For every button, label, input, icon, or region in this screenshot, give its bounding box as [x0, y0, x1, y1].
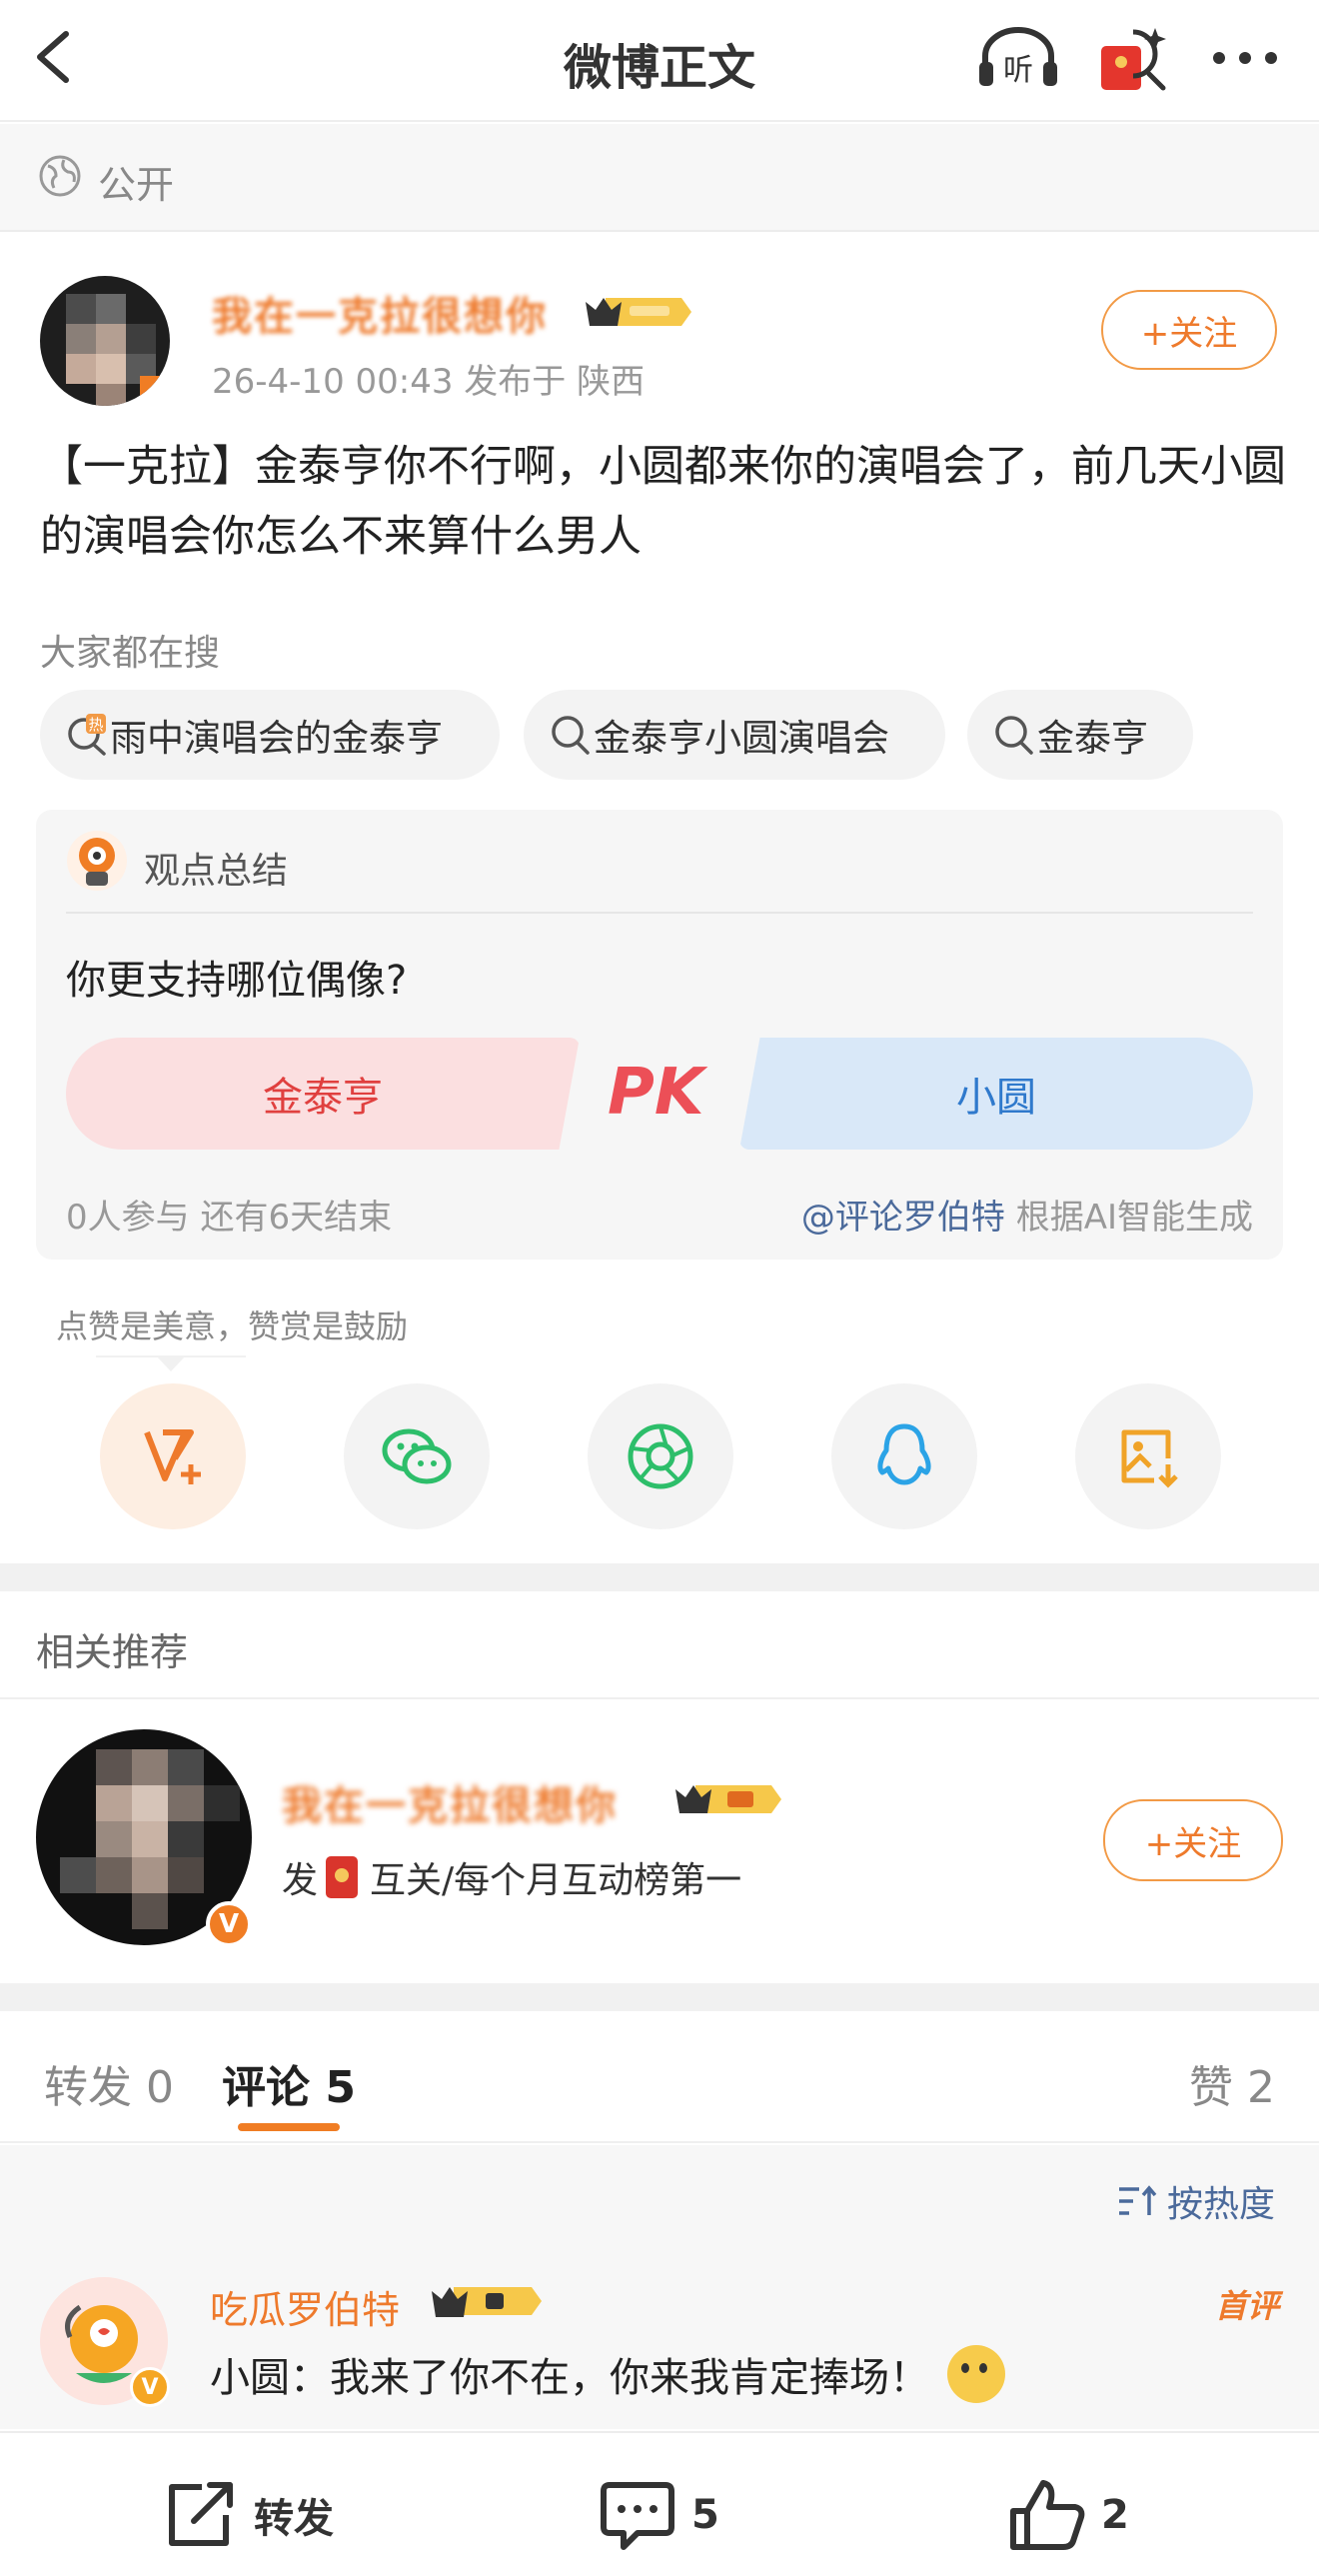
related-desc-prefix: 发: [282, 1860, 319, 1901]
sort-icon: [1118, 2185, 1157, 2215]
search-icon: [552, 716, 590, 755]
sort-label: 按热度: [1166, 2184, 1275, 2225]
share-moments-button[interactable]: [588, 1383, 733, 1529]
author-avatar[interactable]: [40, 276, 170, 406]
member-badge-icon: [586, 298, 691, 326]
search-chip-label: 金泰亨小圆演唱会: [594, 717, 889, 760]
section-gap: [0, 1563, 1319, 1591]
repost-button[interactable]: 转发: [160, 2477, 334, 2553]
related-user-desc: 发 互关/每个月互动榜第一: [282, 1851, 741, 1903]
interaction-tabs: 转发 0 评论 5 赞 2: [0, 2011, 1319, 2143]
reward-button[interactable]: [100, 1383, 246, 1529]
opinion-summary-card: 观点总结 你更支持哪位偶像? 金泰亨 PK 小圆 0人参与 还有6天结束 @评论…: [36, 810, 1283, 1260]
like-button[interactable]: 2: [1007, 2477, 1129, 2553]
author-name[interactable]: 我在一克拉很想你: [212, 284, 548, 342]
summary-source: @评论罗伯特 根据AI智能生成: [801, 1190, 1253, 1239]
tab-comments[interactable]: 评论 5: [222, 2051, 356, 2115]
related-desc-text: 互关/每个月互动榜第一: [370, 1860, 742, 1901]
post-meta: 26-4-10 00:43 发布于 陕西: [212, 362, 646, 402]
wechat-icon: [382, 1428, 452, 1484]
summary-source-link[interactable]: @评论罗伯特: [801, 1198, 1005, 1238]
section-gap: [0, 1983, 1319, 2011]
search-icon: [995, 716, 1033, 755]
emoji-icon: [947, 2345, 1005, 2403]
qq-icon: [877, 1423, 931, 1485]
listen-icon[interactable]: 听: [973, 22, 1063, 92]
comment-text: 小圆：我来了你不在，你来我肯定捧场！: [210, 2345, 1005, 2403]
reward-icon: [144, 1429, 201, 1484]
search-chip-label: 金泰亨: [1037, 717, 1148, 760]
comment-count: 5: [691, 2492, 719, 2538]
search-caption: 大家都在搜: [40, 633, 221, 674]
pk-mark: PK: [608, 1056, 708, 1130]
vote-option-right[interactable]: 小圆: [739, 1038, 1253, 1150]
tab-repost[interactable]: 转发 0: [44, 2051, 174, 2115]
tab-likes[interactable]: 赞 2: [1189, 2051, 1275, 2115]
visibility-label: 公开: [98, 163, 175, 207]
verified-badge-icon: V: [130, 2367, 170, 2407]
related-divider: [0, 1697, 1319, 1699]
first-comment-tag: 首评: [1214, 2287, 1279, 2325]
summary-heading: 观点总结: [144, 851, 289, 892]
member-badge-icon: [432, 2287, 542, 2317]
share-qq-button[interactable]: [831, 1383, 977, 1529]
comment-body: 小圆：我来了你不在，你来我肯定捧场！: [210, 2355, 929, 2401]
comment-list: 按热度 V 吃瓜罗伯特 首评 小圆：我来了你不在，你来我肯定捧场！: [0, 2145, 1319, 2429]
moments-icon: [628, 1423, 693, 1489]
related-user-name[interactable]: 我在一克拉很想你: [282, 1773, 618, 1831]
search-chip-2[interactable]: 金泰亨小圆演唱会: [524, 690, 945, 780]
reward-tip-arrow: [156, 1355, 186, 1371]
reward-caption: 点赞是美意，赞赏是鼓励: [56, 1307, 409, 1345]
like-count: 2: [1101, 2492, 1129, 2538]
repost-label: 转发: [254, 2496, 334, 2542]
red-packet-icon[interactable]: [1097, 22, 1169, 92]
vote-option-left[interactable]: 金泰亨: [66, 1038, 580, 1150]
related-title: 相关推荐: [36, 1630, 189, 1674]
verified-badge-icon: V: [206, 1901, 252, 1947]
save-image-icon: [1121, 1429, 1178, 1488]
hot-search-icon: 热: [68, 714, 106, 756]
save-image-button[interactable]: [1075, 1383, 1221, 1529]
comment-button[interactable]: 5: [598, 2477, 719, 2553]
poll-status: 0人参与 还有6天结束: [66, 1198, 393, 1238]
hot-label: 热: [88, 716, 103, 734]
more-icon[interactable]: [1207, 22, 1283, 92]
share-wechat-button[interactable]: [344, 1383, 490, 1529]
post-text: 【一克拉】金泰亨你不行啊，小圆都来你的演唱会了，前几天小圆的演唱会你怎么不来算什…: [40, 442, 1286, 562]
bottom-action-bar: 转发 5 2: [0, 2431, 1319, 2576]
thumbs-up-icon: [1010, 2480, 1085, 2550]
poll-question: 你更支持哪位偶像?: [66, 958, 408, 1004]
sort-button[interactable]: 按热度: [1117, 2175, 1275, 2227]
comment-icon: [601, 2482, 674, 2550]
listen-label: 听: [1003, 53, 1033, 88]
globe-icon: [39, 155, 81, 197]
svg-text:PK: PK: [608, 1056, 708, 1130]
active-tab-indicator: [238, 2123, 340, 2131]
search-chip-1[interactable]: 热 雨中演唱会的金泰亨: [40, 690, 500, 780]
red-packet-emoji-icon: [326, 1856, 359, 1898]
search-chip-3[interactable]: 金泰亨: [967, 690, 1193, 780]
follow-author-button[interactable]: +关注: [1101, 290, 1277, 370]
commenter-name[interactable]: 吃瓜罗伯特: [210, 2279, 400, 2334]
share-icon: [169, 2482, 233, 2546]
member-badge-icon: [675, 1785, 781, 1813]
visibility-strip: 公开: [0, 124, 1319, 232]
summary-divider: [66, 912, 1253, 914]
robot-mascot-icon: [67, 831, 127, 891]
summary-source-note: 根据AI智能生成: [1004, 1198, 1253, 1238]
search-chip-label: 雨中演唱会的金泰亨: [110, 717, 443, 760]
top-bar: 微博正文 听: [0, 0, 1319, 122]
follow-related-button[interactable]: +关注: [1103, 1799, 1283, 1881]
